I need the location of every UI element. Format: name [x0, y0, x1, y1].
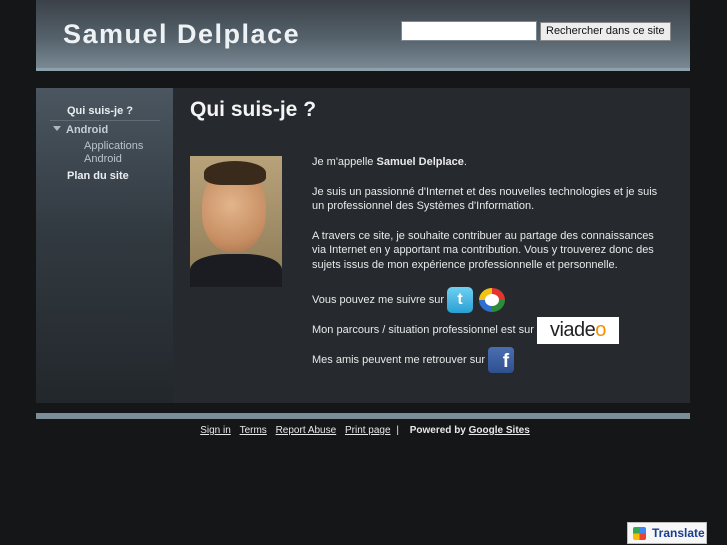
- career-text: Mon parcours / situation professionnel e…: [312, 323, 534, 336]
- profile-photo: [190, 156, 282, 287]
- site-title[interactable]: Samuel Delplace: [63, 19, 300, 50]
- twitter-icon[interactable]: t: [447, 287, 474, 313]
- content-body: Je m'appelle Samuel Delplace. Je suis un…: [312, 155, 670, 377]
- follow-text: Vous pouvez me suivre sur: [312, 293, 445, 306]
- footer-divider: [36, 413, 690, 419]
- translate-button[interactable]: Translate: [627, 522, 707, 544]
- purpose-paragraph: A travers ce site, je souhaite contribue…: [312, 229, 654, 271]
- expand-triangle-icon[interactable]: [53, 126, 61, 131]
- sidebar: Qui suis-je ? Android Applications Andro…: [36, 88, 173, 403]
- sidebar-item-plan-du-site[interactable]: Plan du site: [50, 170, 160, 182]
- sidebar-item-applications-android[interactable]: Applications Android: [50, 140, 160, 166]
- footer-separator: |: [396, 425, 399, 436]
- author-name: Samuel Delplace: [376, 156, 464, 168]
- career-line: Mon parcours / situation professionnel e…: [312, 316, 670, 344]
- friends-line: Mes amis peuvent me retrouver sur f: [312, 347, 670, 373]
- google-sites-link[interactable]: Google Sites: [469, 425, 530, 436]
- viadeo-logo[interactable]: viadeo: [536, 316, 619, 344]
- sidebar-item-android-label: Android: [66, 124, 109, 136]
- sidebar-item-qui-suis-je[interactable]: Qui suis-je ?: [50, 105, 160, 121]
- print-page-link[interactable]: Print page: [345, 425, 391, 436]
- sign-in-link[interactable]: Sign in: [200, 425, 231, 436]
- friends-text: Mes amis peuvent me retrouver sur: [312, 353, 486, 366]
- main-panel: Qui suis-je ? Android Applications Andro…: [36, 88, 690, 403]
- search-input[interactable]: [401, 21, 537, 41]
- facebook-icon[interactable]: f: [488, 347, 515, 373]
- sidebar-item-android[interactable]: Android: [50, 124, 160, 136]
- search-button[interactable]: Rechercher dans ce site: [540, 22, 671, 41]
- google-translate-icon: [633, 527, 646, 540]
- header-divider: [36, 68, 690, 71]
- follow-line: Vous pouvez me suivre sur t: [312, 287, 670, 313]
- report-abuse-link[interactable]: Report Abuse: [276, 425, 337, 436]
- site-footer: Sign in Terms Report Abuse Print page | …: [0, 425, 727, 436]
- sidebar-nav: Qui suis-je ? Android Applications Andro…: [50, 105, 160, 182]
- intro-paragraph: Je m'appelle Samuel Delplace.: [312, 156, 467, 168]
- terms-link[interactable]: Terms: [240, 425, 267, 436]
- powered-by: Powered by Google Sites: [409, 425, 530, 436]
- translate-label: Translate: [652, 526, 705, 540]
- page-title: Qui suis-je ?: [190, 98, 317, 121]
- passion-paragraph: Je suis un passionné d'Internet et des n…: [312, 185, 658, 213]
- site-header: Samuel Delplace Rechercher dans ce site: [36, 0, 690, 70]
- google-buzz-icon[interactable]: [479, 288, 506, 312]
